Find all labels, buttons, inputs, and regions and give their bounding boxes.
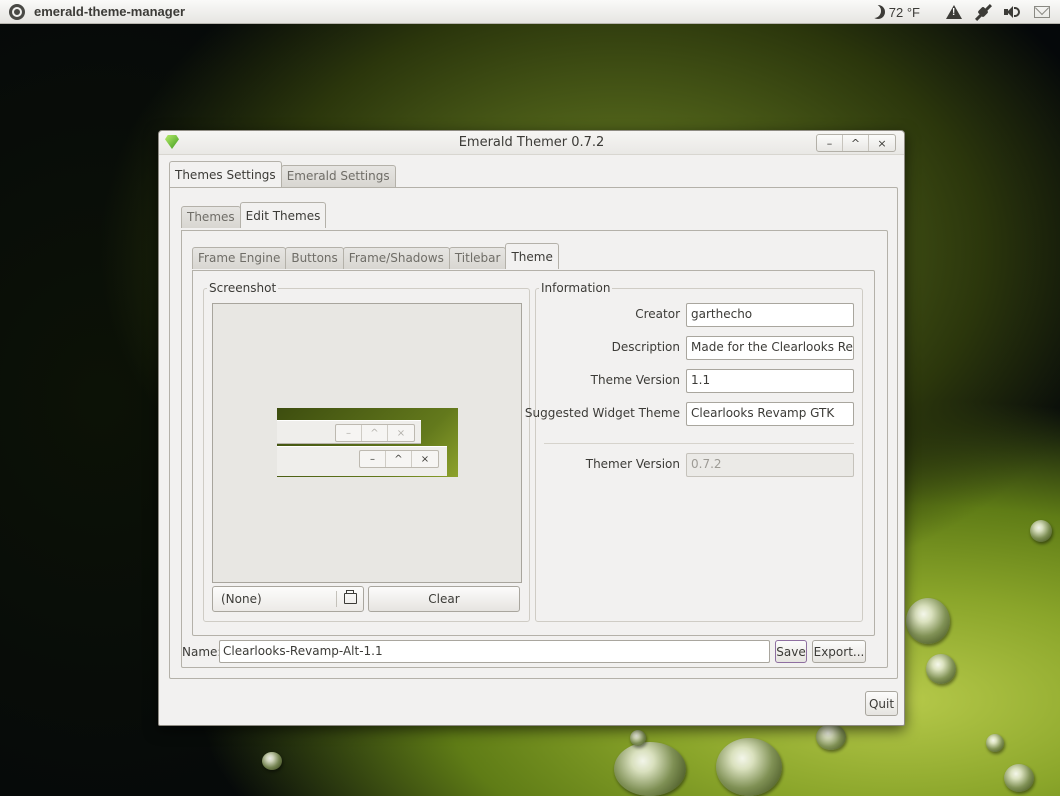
description-label: Description — [611, 340, 680, 354]
preview-inactive-controls: – ^ × — [335, 424, 415, 442]
tab-themes-settings[interactable]: Themes Settings — [169, 161, 282, 187]
creator-input[interactable]: garthecho — [686, 303, 854, 327]
water-drop — [1004, 764, 1034, 792]
close-button[interactable]: × — [869, 135, 895, 151]
save-button[interactable]: Save — [775, 640, 807, 663]
screenshot-frame-label: Screenshot — [207, 281, 279, 295]
minimize-button[interactable]: – — [817, 135, 843, 151]
alert-icon[interactable] — [946, 5, 962, 19]
maximize-button[interactable]: ^ — [843, 135, 869, 151]
weather-indicator[interactable]: 72 °F — [871, 5, 934, 20]
export-button[interactable]: Export... — [812, 640, 866, 663]
main-tab-panel: Themes Edit Themes Frame Engine Buttons … — [169, 187, 898, 679]
mail-icon[interactable] — [1034, 6, 1050, 18]
panel-indicators: 72 °F — [871, 0, 1060, 24]
description-row: Description Made for the Clearlooks Reva… — [536, 336, 864, 360]
themer-version-row: Themer Version 0.7.2 — [536, 453, 864, 477]
screenshot-frame: Screenshot – ^ × – ^ × (None) Clear — [203, 281, 530, 622]
theme-version-row: Theme Version 1.1 — [536, 369, 864, 393]
preview-maximize-icon: ^ — [386, 451, 412, 467]
themer-version-label: Themer Version — [585, 457, 680, 471]
volume-icon[interactable] — [1004, 5, 1022, 19]
suggested-widget-theme-label: Suggested Widget Theme — [524, 406, 680, 420]
tab-theme[interactable]: Theme — [505, 243, 559, 269]
water-drop — [816, 724, 846, 750]
window-title: Emerald Themer 0.7.2 — [458, 135, 605, 150]
screenshot-file-chooser[interactable]: (None) — [212, 586, 364, 612]
preview-close-icon: × — [420, 453, 430, 465]
weather-text: 72 °F — [888, 4, 920, 20]
tab-themes[interactable]: Themes — [181, 206, 241, 228]
tab-emerald-settings[interactable]: Emerald Settings — [280, 165, 396, 187]
themer-version-input: 0.7.2 — [686, 453, 854, 477]
water-drop — [614, 742, 686, 796]
information-frame-label: Information — [539, 281, 613, 295]
description-input[interactable]: Made for the Clearlooks Revamp — [686, 336, 854, 360]
name-label: Name: — [182, 645, 222, 659]
water-drop — [906, 598, 950, 644]
edit-tab-bar: Frame Engine Buttons Frame/Shadows Title… — [192, 243, 559, 269]
information-frame: Information Creator garthecho Descriptio… — [525, 281, 864, 622]
water-drop — [986, 734, 1004, 752]
tab-edit-themes[interactable]: Edit Themes — [239, 202, 327, 228]
creator-label: Creator — [635, 307, 680, 321]
sub-tab-bar: Themes Edit Themes — [181, 202, 327, 228]
suggested-widget-theme-input[interactable]: Clearlooks Revamp GTK — [686, 402, 854, 426]
suggested-widget-theme-row: Suggested Widget Theme Clearlooks Revamp… — [525, 402, 864, 426]
quit-button[interactable]: Quit — [865, 691, 898, 716]
water-drop — [630, 730, 646, 746]
top-panel: emerald-theme-manager 72 °F — [0, 0, 1060, 24]
information-separator — [544, 443, 854, 444]
preview-inactive-titlebar: – ^ × — [277, 420, 421, 444]
theme-panel: Screenshot – ^ × – ^ × (None) Clear Info… — [192, 270, 875, 636]
tab-buttons[interactable]: Buttons — [285, 247, 344, 269]
creator-row: Creator garthecho — [536, 303, 864, 327]
preview-minimize-icon: – — [360, 451, 386, 467]
app-menu-icon[interactable] — [9, 3, 25, 20]
preview-active-controls: – ^ × — [359, 450, 439, 468]
network-icon[interactable] — [974, 3, 992, 21]
theme-version-input[interactable]: 1.1 — [686, 369, 854, 393]
screenshot-file-value: (None) — [221, 592, 262, 606]
panel-app-name: emerald-theme-manager — [34, 4, 185, 19]
preview-close-icon: × — [396, 427, 406, 439]
water-drop — [716, 738, 782, 796]
tab-titlebar[interactable]: Titlebar — [448, 247, 507, 269]
clear-button[interactable]: Clear — [368, 586, 520, 612]
preview-active-titlebar: – ^ × — [277, 446, 447, 476]
emerald-themer-window: Emerald Themer 0.7.2 – ^ × Themes Settin… — [158, 130, 905, 726]
preview-minimize-icon: – — [336, 425, 362, 441]
moon-icon — [871, 5, 885, 19]
window-controls: – ^ × — [816, 134, 896, 152]
theme-name-input[interactable]: Clearlooks-Revamp-Alt-1.1 — [219, 640, 770, 663]
theme-version-label: Theme Version — [590, 373, 680, 387]
edit-themes-panel: Frame Engine Buttons Frame/Shadows Title… — [181, 230, 888, 668]
screenshot-preview: – ^ × – ^ × — [212, 303, 522, 583]
water-drop — [262, 752, 282, 770]
preview-maximize-icon: ^ — [362, 425, 388, 441]
tab-frame-shadows[interactable]: Frame/Shadows — [342, 247, 450, 269]
window-titlebar[interactable]: Emerald Themer 0.7.2 – ^ × — [159, 131, 904, 155]
water-drop — [1030, 520, 1052, 542]
folder-icon — [344, 590, 357, 604]
main-tab-bar: Themes Settings Emerald Settings — [169, 161, 396, 187]
water-drop — [926, 654, 956, 684]
tab-frame-engine[interactable]: Frame Engine — [192, 247, 287, 269]
